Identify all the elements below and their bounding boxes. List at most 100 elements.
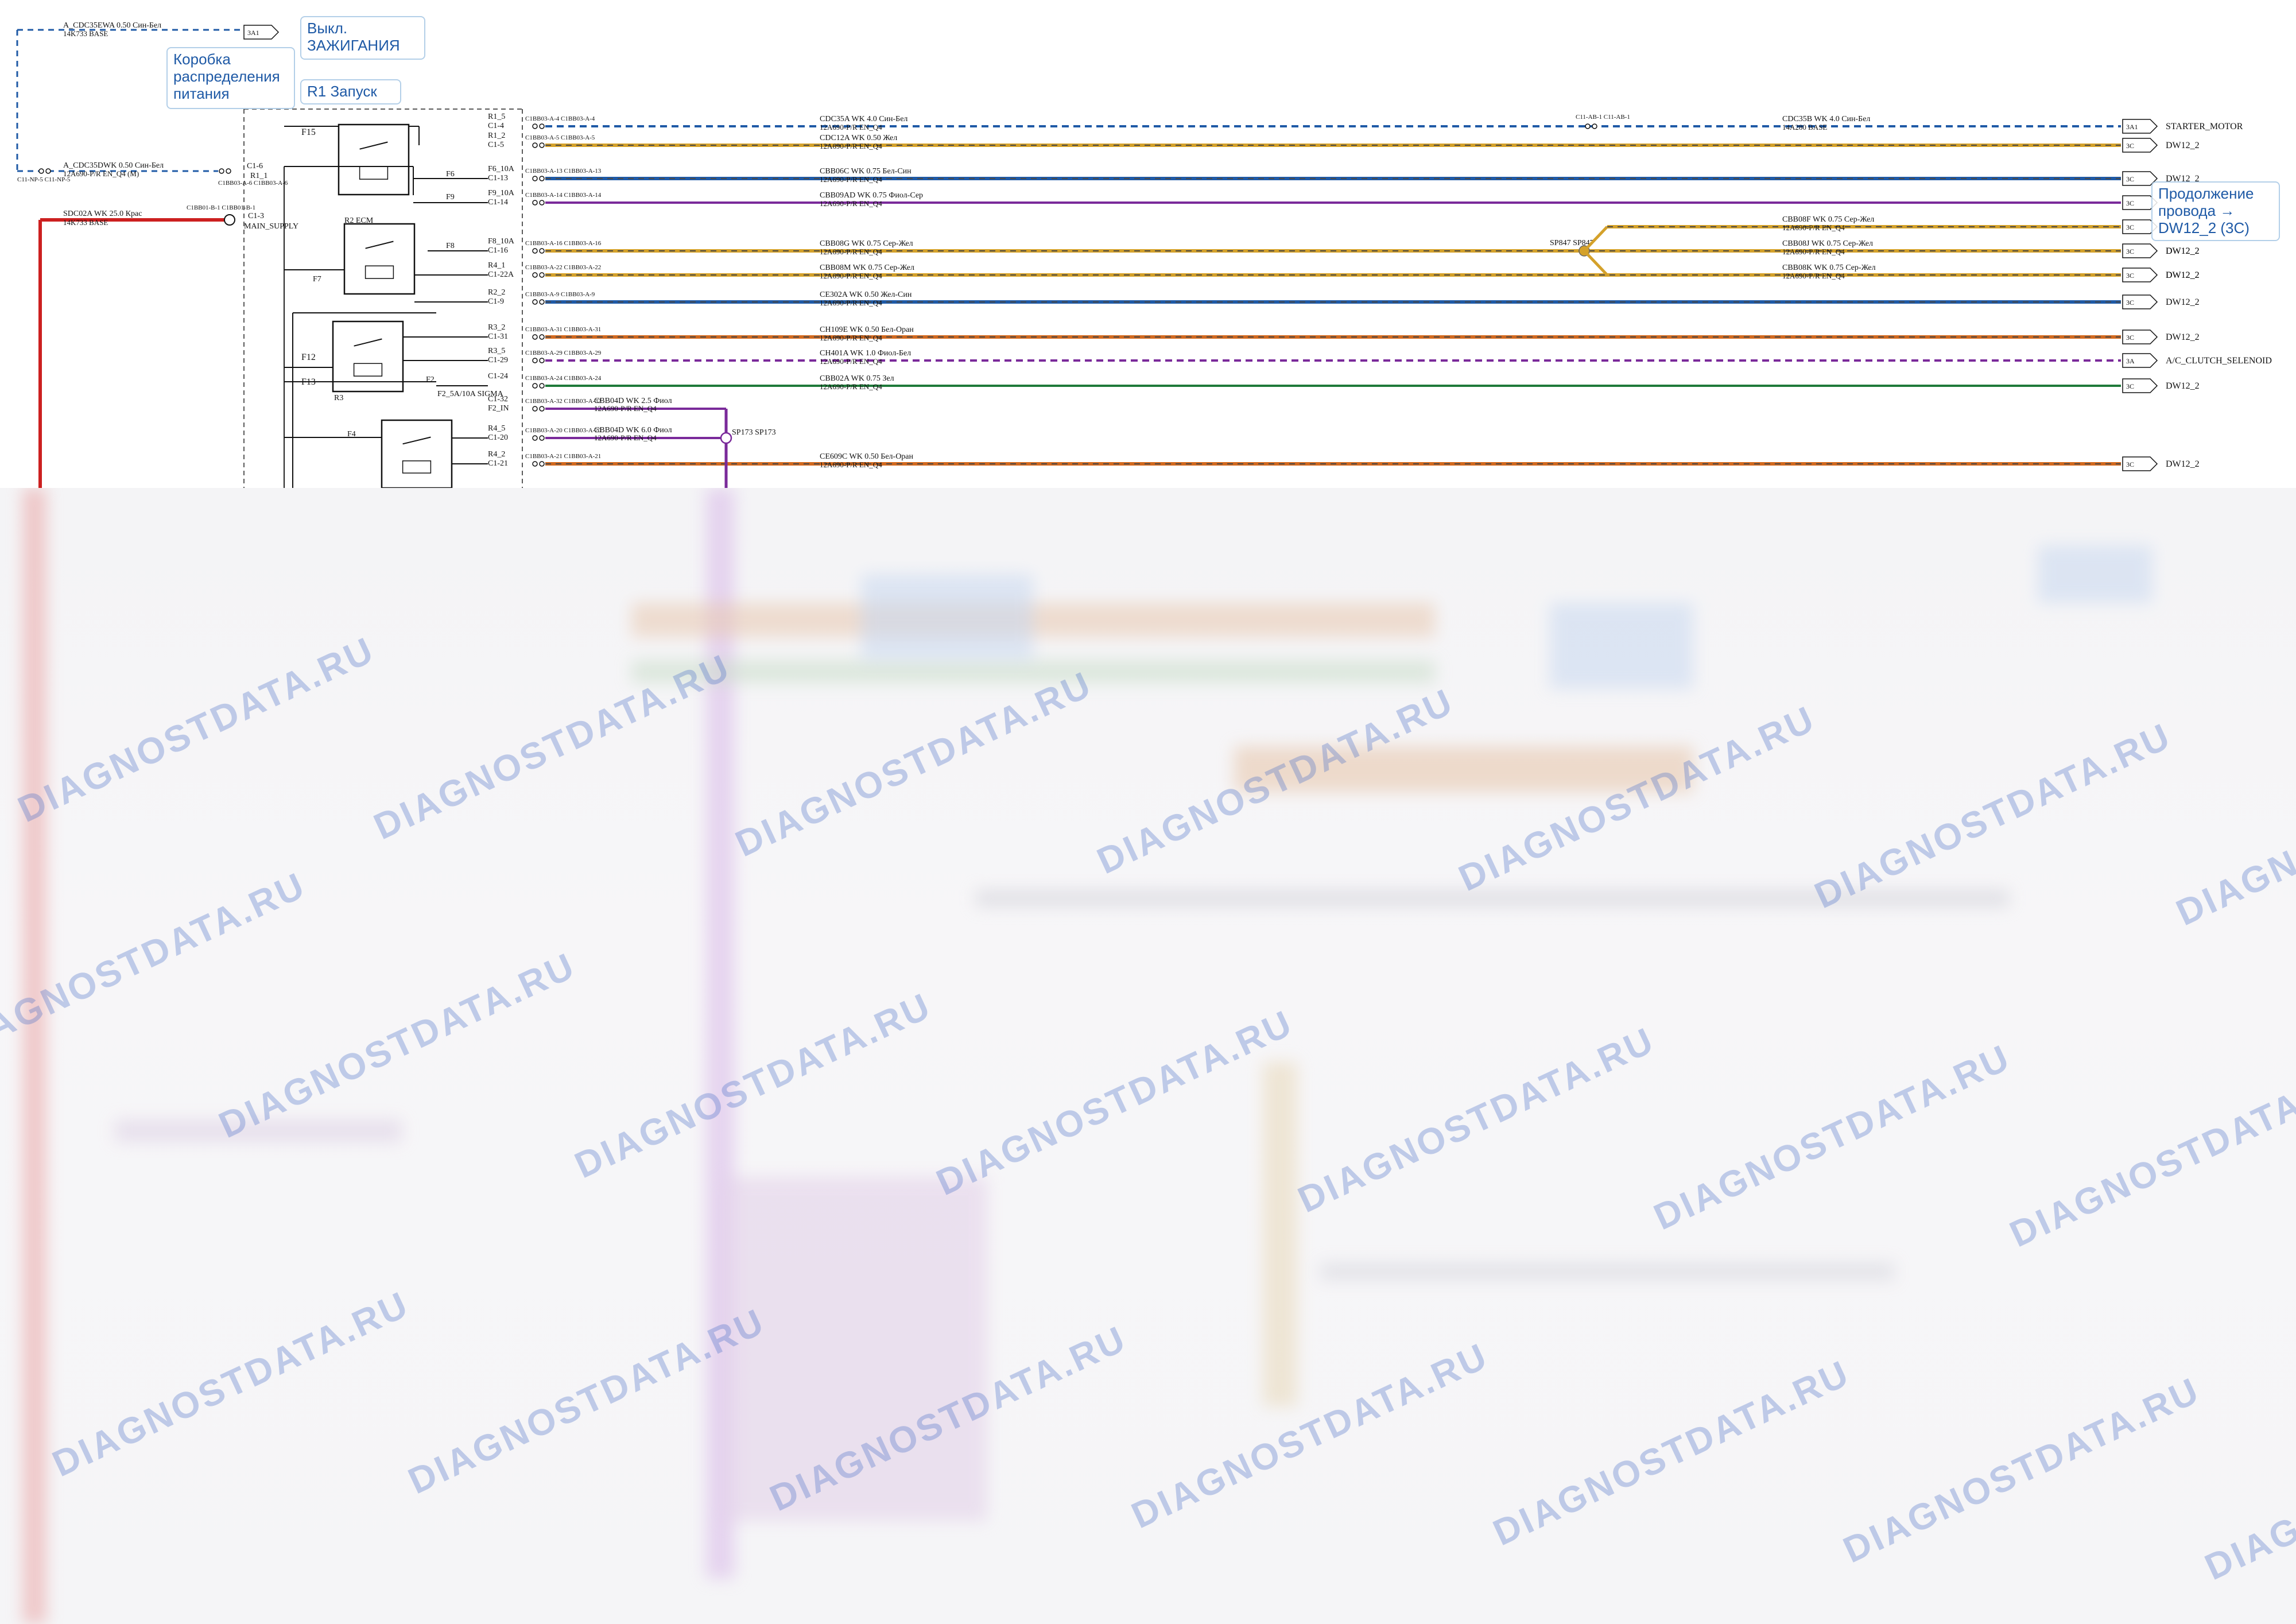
fuse-f7-label: F7 xyxy=(313,275,321,284)
row-5-connector-b xyxy=(539,248,545,254)
relay-r3-coil xyxy=(353,363,383,377)
feed-conn-right-b xyxy=(226,168,231,174)
splice-sp173 xyxy=(720,432,732,444)
row-13-connector-b xyxy=(539,461,545,467)
feed-wire2-sub: 12A690-P/R EN_Q4 (M) xyxy=(63,169,139,178)
branch-1-wire-sub: 12A690-P/R EN_Q4 xyxy=(1782,223,1845,232)
row-2-wire-label: CDC12A WK 0.50 Жел xyxy=(820,134,897,142)
relay-r3-switch xyxy=(354,338,382,347)
row-1-conn-label: C1BB03-A-4 C1BB03-A-4 xyxy=(525,115,595,122)
row-6-end-box-text: 3C xyxy=(2126,272,2134,280)
row-1-dest: STARTER_MOTOR xyxy=(2166,122,2243,131)
row-5-conn-label: C1BB03-A-16 C1BB03-A-16 xyxy=(525,240,602,247)
row-7-dest: DW12_2 xyxy=(2166,297,2200,307)
row-6-conn-label: C1BB03-A-22 C1BB03-A-22 xyxy=(525,264,601,271)
row-6-wire-sub: 12A690-P/R EN_Q4 xyxy=(820,272,882,280)
row-10-wire-label: CBB02A WK 0.75 Зел xyxy=(820,374,894,383)
row-8-pin1: R3_2 xyxy=(488,323,505,332)
fuse-f6-label: F6 xyxy=(446,170,455,179)
row-3-pin1: F6_10A xyxy=(488,165,515,173)
row-11-pin2: F2_IN xyxy=(488,404,509,413)
row-9-dest: A/C_CLUTCH_SELENOID xyxy=(2166,356,2272,366)
row-7-conn-label: C1BB03-A-9 C1BB03-A-9 xyxy=(525,291,595,298)
row-5-connector-a xyxy=(532,248,538,254)
relay-r4-coil xyxy=(402,460,432,474)
row-8-pin2: C1-31 xyxy=(488,332,508,341)
row-13-wire-label: CE609C WK 0.50 Бел-Оран xyxy=(820,452,914,461)
row-1-inline-conn-a xyxy=(1585,123,1591,129)
row-5-pin1: F8_10A xyxy=(488,237,515,246)
main-supply-terminal xyxy=(224,214,235,226)
row-12-wire-sub: 12A690-P/R EN_Q4 xyxy=(594,433,657,442)
row-10-conn-label: C1BB03-A-24 C1BB03-A-24 xyxy=(525,375,602,382)
row-9-connector-a xyxy=(532,358,538,363)
row-9-wire-label: CH401A WK 1.0 Фиол-Бел xyxy=(820,349,911,358)
row-1-wire-sub: 12A690-P/R EN_Q4 xyxy=(820,123,882,131)
row-6-wire-label: CBB08M WK 0.75 Сер-Жел xyxy=(820,263,914,272)
row-4-wire-label: CBB09AD WK 0.75 Фиол-Сер xyxy=(820,191,923,200)
row-3-end-box-text: 3C xyxy=(2126,175,2134,183)
row-1-wire-b-sub: 14A280 BASE xyxy=(1782,123,1827,131)
fuse-f2-label: F2 xyxy=(426,375,435,384)
row-8-conn-label: C1BB03-A-31 C1BB03-A-31 xyxy=(525,326,601,333)
feed-conn-left-b xyxy=(45,168,51,174)
feed-left-conn-label: C11-NP-5 C11-NP-5 xyxy=(17,176,71,183)
note-ignition-text: Выкл. ЗАЖИГАНИЯ xyxy=(307,20,400,54)
row-13-pin2: C1-21 xyxy=(488,459,508,468)
note-ignition-off: Выкл. ЗАЖИГАНИЯ xyxy=(300,16,425,60)
row-1-connector-b xyxy=(539,123,545,129)
branch-2-dest: DW12_2 xyxy=(2166,246,2200,256)
feed-wire1-sub: 14K733 BASE xyxy=(63,29,108,38)
relay-r2-ecm-switch xyxy=(365,241,394,249)
wiring-diagram: A_CDC35EWA 0.50 Син-Бел 14K733 BASE 3A1 C11… xyxy=(0,0,2296,1624)
row-2-pin2: C1-5 xyxy=(488,141,504,149)
row-13-connector-a xyxy=(532,461,538,467)
row-8-end-box-text: 3C xyxy=(2126,334,2134,342)
feed-conn-left-a xyxy=(38,168,44,174)
row-9-end-box-text: 3A xyxy=(2126,357,2135,365)
feed-wire2-label: A_CDC35DWK 0.50 Син-Бел xyxy=(63,161,164,170)
row-1-wire-label: CDC35A WK 4.0 Син-Бел xyxy=(820,115,907,123)
row-4-wire-sub: 12A690-P/R EN_Q4 xyxy=(820,199,882,208)
row-7-wire-label: CE302A WK 0.50 Жел-Син xyxy=(820,290,912,299)
relay-r1-switch xyxy=(359,141,388,150)
row-12-pin1: R4_5 xyxy=(488,424,505,433)
row-12-connector-b xyxy=(539,435,545,441)
row-10-wire-sub: 12A690-P/R EN_Q4 xyxy=(820,382,882,391)
row-4-connector-b xyxy=(539,200,545,206)
branch-2-wire-sub: 12A690-P/R EN_Q4 xyxy=(1782,247,1845,256)
pin-c1-3: C1-3 xyxy=(248,212,264,220)
note-junction-box: Коробка распределения питания xyxy=(166,47,295,109)
row-13-end-box-text: 3C xyxy=(2126,460,2134,468)
row-9-conn-label: C1BB03-A-29 C1BB03-A-29 xyxy=(525,350,602,356)
relay-r3-label: R3 xyxy=(334,394,343,402)
row-4-conn-label: C1BB03-A-14 C1BB03-A-14 xyxy=(525,192,602,199)
relay-r1 xyxy=(338,123,410,196)
row-6-pin1: R4_1 xyxy=(488,261,505,270)
fuse-f15-label: F15 xyxy=(301,127,316,137)
note-continuation: Продолжение провода → DW12_2 (3С) xyxy=(2151,181,2280,241)
row-10-dest: DW12_2 xyxy=(2166,381,2200,391)
row-12-connector-a xyxy=(532,435,538,441)
branch-3-link xyxy=(1583,250,1608,276)
row-9-connector-b xyxy=(539,358,545,363)
row-7-end-box-text: 3C xyxy=(2126,299,2134,307)
relay-r4 xyxy=(381,419,453,489)
relay-r2-label: R2 ECM xyxy=(344,216,374,225)
main-wire-label: SDC02A WK 25.0 Крас xyxy=(63,210,142,218)
row-9-pin2: C1-29 xyxy=(488,356,508,365)
branch-1-wire-label: CBB08F WK 0.75 Сер-Жел xyxy=(1782,215,1874,224)
row-4-connector-a xyxy=(532,200,538,206)
branch-3-wire-label: CBB08K WK 0.75 Сер-Жел xyxy=(1782,263,1876,272)
row-1-pin1: R1_5 xyxy=(488,113,505,121)
fuse-f9-label: F9 xyxy=(446,193,455,201)
row-12-conn-label: C1BB03-A-20 C1BB03-A-20 xyxy=(525,427,602,434)
branch-3-dest: DW12_2 xyxy=(2166,270,2200,280)
row-9-wire-sub: 12A690-P/R EN_Q4 xyxy=(820,357,882,366)
row-10-end-box-text: 3C xyxy=(2126,382,2134,390)
branch-2-wire-label: CBB08J WK 0.75 Сер-Жел xyxy=(1782,239,1873,248)
row-2-connector-b xyxy=(539,142,545,148)
row-8-wire-label: CH109E WK 0.50 Бел-Оран xyxy=(820,325,914,334)
splice-sp173-label: SP173 SP173 xyxy=(732,428,776,437)
row-4-pin1: F9_10A xyxy=(488,189,515,197)
